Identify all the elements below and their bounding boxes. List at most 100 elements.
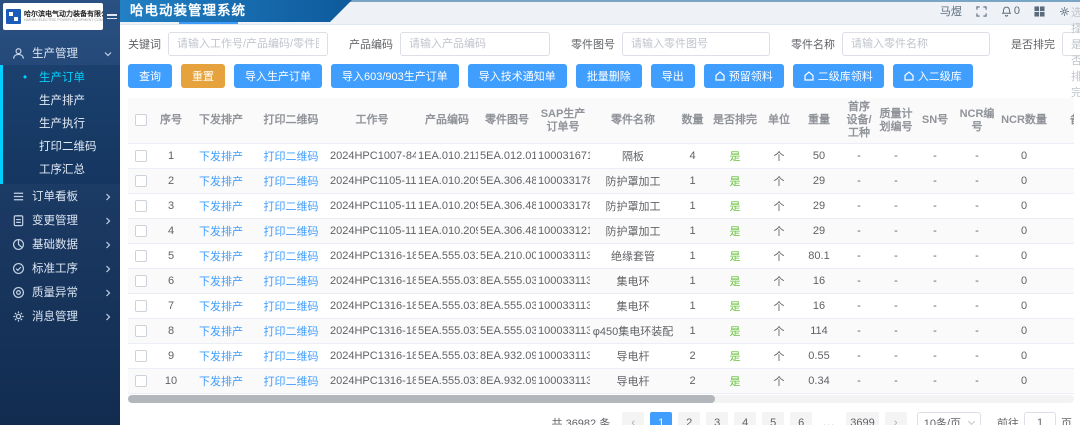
sidebar-item-order-board[interactable]: 订单看板 bbox=[0, 184, 120, 208]
cell-quality-plan-no: - bbox=[877, 194, 915, 219]
reset-button[interactable]: 重置 bbox=[181, 64, 225, 88]
page-button-6[interactable]: 6 bbox=[790, 412, 812, 425]
cell-part-name: 隔板 bbox=[590, 144, 676, 169]
sidebar-item-production-execution[interactable]: 生产执行 bbox=[3, 113, 120, 136]
issue-scheduling-link[interactable]: 下发排产 bbox=[199, 176, 243, 188]
select-all-checkbox[interactable] bbox=[135, 114, 147, 126]
reserve-material-button[interactable]: 预留领料 bbox=[704, 64, 784, 88]
cell-product-code: 1EA.010.2117 bbox=[416, 144, 478, 169]
issue-scheduling-link[interactable]: 下发排产 bbox=[199, 226, 243, 238]
sidebar-item-change-management[interactable]: 变更管理 bbox=[0, 208, 120, 232]
cell-weight: 50 bbox=[797, 144, 841, 169]
row-checkbox[interactable] bbox=[135, 350, 147, 362]
page-button-last[interactable]: 3699 bbox=[846, 412, 878, 425]
print-qrcode-link[interactable]: 打印二维码 bbox=[264, 201, 319, 213]
part-name-input[interactable] bbox=[842, 32, 990, 56]
print-qrcode-link[interactable]: 打印二维码 bbox=[264, 376, 319, 388]
page-button-1[interactable]: 1 bbox=[650, 412, 672, 425]
row-checkbox[interactable] bbox=[135, 375, 147, 387]
export-button[interactable]: 导出 bbox=[651, 64, 695, 88]
page-button-2[interactable]: 2 bbox=[678, 412, 700, 425]
issue-scheduling-link[interactable]: 下发排产 bbox=[199, 301, 243, 313]
sidebar-item-label: 质量异常 bbox=[32, 284, 104, 300]
cell-first-equipment: - bbox=[841, 244, 877, 269]
import-production-order-button[interactable]: 导入生产订单 bbox=[234, 64, 322, 88]
cell-weight: 0.55 bbox=[797, 344, 841, 369]
sidebar-item-production-management[interactable]: 生产管理 bbox=[0, 41, 120, 65]
cell-first-equipment: - bbox=[841, 269, 877, 294]
product-code-input[interactable] bbox=[400, 32, 550, 56]
cell-index: 4 bbox=[154, 219, 188, 244]
cell-work-no: 2024HPC1105-1147-3 bbox=[328, 194, 416, 219]
issue-scheduling-link[interactable]: 下发排产 bbox=[199, 251, 243, 263]
sidebar-item-production-order[interactable]: 生产订单 bbox=[3, 67, 120, 90]
cell-ncr-no: - bbox=[955, 269, 999, 294]
issue-scheduling-link[interactable]: 下发排产 bbox=[199, 376, 243, 388]
prev-page-button[interactable]: ‹ bbox=[622, 412, 644, 425]
username[interactable]: 马煜 bbox=[940, 3, 962, 19]
column-header-ncr-qty: NCR数量 bbox=[999, 98, 1049, 144]
horizontal-scrollbar bbox=[128, 395, 1074, 403]
page-button-5[interactable]: 5 bbox=[762, 412, 784, 425]
sidebar-item-quality-abnormal[interactable]: 质量异常 bbox=[0, 280, 120, 304]
row-checkbox[interactable] bbox=[135, 325, 147, 337]
import-603-903-button[interactable]: 导入603/903生产订单 bbox=[331, 64, 459, 88]
issue-scheduling-link[interactable]: 下发排产 bbox=[199, 351, 243, 363]
cell-weight: 16 bbox=[797, 269, 841, 294]
print-qrcode-link[interactable]: 打印二维码 bbox=[264, 276, 319, 288]
keyword-label: 关键词 bbox=[128, 36, 161, 52]
cell-work-no: 2024HPC1007-847-1 bbox=[328, 144, 416, 169]
page-size-select[interactable]: 10条/页 bbox=[917, 412, 981, 425]
import-technical-notice-button[interactable]: 导入技术通知单 bbox=[468, 64, 567, 88]
scrollbar-thumb[interactable] bbox=[128, 395, 715, 403]
row-checkbox[interactable] bbox=[135, 300, 147, 312]
scheduled-select[interactable]: 请选择是否排完 bbox=[1062, 32, 1080, 56]
query-button[interactable]: 查询 bbox=[128, 64, 172, 88]
next-page-button[interactable]: › bbox=[885, 412, 907, 425]
goto-page-input[interactable] bbox=[1024, 412, 1056, 425]
print-qrcode-link[interactable]: 打印二维码 bbox=[264, 151, 319, 163]
print-qrcode-link[interactable]: 打印二维码 bbox=[264, 251, 319, 263]
cell-work-no: 2024HPC1316-1833-2 bbox=[328, 319, 416, 344]
issue-scheduling-link[interactable]: 下发排产 bbox=[199, 201, 243, 213]
notification-bell-icon[interactable]: 0 bbox=[1001, 5, 1020, 17]
issue-scheduling-link[interactable]: 下发排产 bbox=[199, 276, 243, 288]
row-checkbox[interactable] bbox=[135, 250, 147, 262]
fullscreen-icon[interactable] bbox=[976, 6, 987, 17]
sidebar-collapse-icon[interactable] bbox=[107, 14, 117, 19]
settings-gear-icon[interactable] bbox=[1059, 6, 1070, 17]
page-button-4[interactable]: 4 bbox=[734, 412, 756, 425]
cell-qty: 2 bbox=[676, 369, 709, 394]
keyword-input[interactable] bbox=[168, 32, 328, 56]
sidebar-item-print-qrcode[interactable]: 打印二维码 bbox=[3, 136, 120, 159]
cell-first-equipment: - bbox=[841, 194, 877, 219]
sidebar-item-basic-data[interactable]: 基础数据 bbox=[0, 232, 120, 256]
print-qrcode-link[interactable]: 打印二维码 bbox=[264, 326, 319, 338]
sidebar-item-standard-process[interactable]: 标准工序 bbox=[0, 256, 120, 280]
level2-in-button[interactable]: 入二级库 bbox=[893, 64, 973, 88]
print-qrcode-link[interactable]: 打印二维码 bbox=[264, 176, 319, 188]
sidebar-item-message-management[interactable]: 消息管理 bbox=[0, 304, 120, 328]
issue-scheduling-link[interactable]: 下发排产 bbox=[199, 151, 243, 163]
more-pages-icon[interactable]: ... bbox=[818, 412, 840, 425]
print-qrcode-link[interactable]: 打印二维码 bbox=[264, 226, 319, 238]
issue-scheduling-link[interactable]: 下发排产 bbox=[199, 326, 243, 338]
row-checkbox[interactable] bbox=[135, 225, 147, 237]
row-checkbox[interactable] bbox=[135, 200, 147, 212]
print-qrcode-link[interactable]: 打印二维码 bbox=[264, 351, 319, 363]
row-checkbox[interactable] bbox=[135, 175, 147, 187]
row-checkbox[interactable] bbox=[135, 275, 147, 287]
row-checkbox[interactable] bbox=[135, 150, 147, 162]
warehouse-icon bbox=[715, 71, 725, 81]
cell-drawing-no: 8EA.932.0931 bbox=[478, 369, 536, 394]
print-qrcode-link[interactable]: 打印二维码 bbox=[264, 301, 319, 313]
cell-quality-plan-no: - bbox=[877, 294, 915, 319]
page-button-3[interactable]: 3 bbox=[706, 412, 728, 425]
sidebar-item-process-summary[interactable]: 工序汇总 bbox=[3, 159, 120, 182]
drawing-no-input[interactable] bbox=[622, 32, 770, 56]
sidebar-item-production-scheduling[interactable]: 生产排产 bbox=[3, 90, 120, 113]
cell-remark: - bbox=[1049, 344, 1074, 369]
apps-grid-icon[interactable] bbox=[1034, 6, 1045, 17]
level2-pick-button[interactable]: 二级库领料 bbox=[793, 64, 884, 88]
batch-delete-button[interactable]: 批量删除 bbox=[576, 64, 642, 88]
